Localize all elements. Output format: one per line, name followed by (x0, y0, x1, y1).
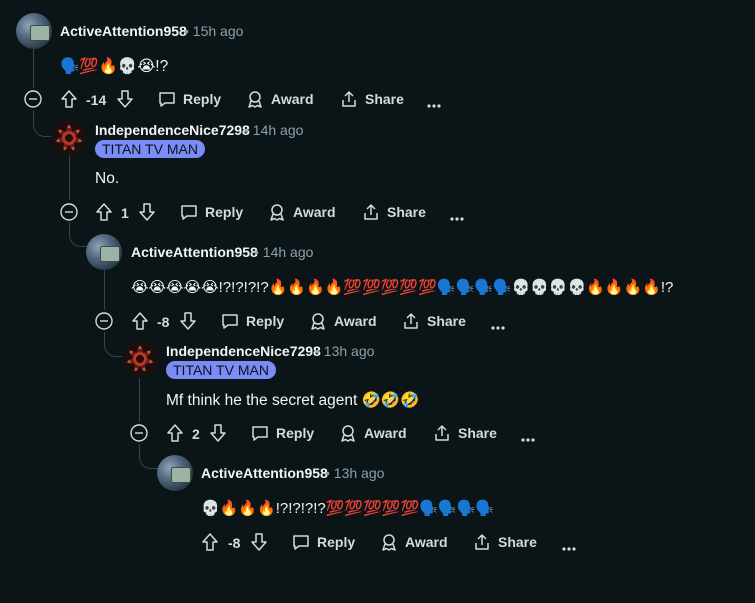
vote-count: -8 (157, 314, 170, 330)
avatar[interactable] (51, 120, 87, 156)
comment-time: • 13h ago (325, 465, 385, 481)
reply-button[interactable]: Reply (251, 424, 314, 442)
upvote-icon[interactable] (94, 202, 114, 227)
reply-button[interactable]: Reply (221, 312, 284, 330)
share-icon (364, 204, 378, 220)
comment-body: 😭😭😭😭😭!?!?!?!?🔥🔥🔥🔥💯💯💯💯💯🗣️🗣️🗣️🗣️💀💀💀💀🔥🔥🔥🔥!? (131, 279, 674, 296)
collapse-icon[interactable] (60, 203, 78, 226)
comment-time: • 14h ago (254, 244, 314, 260)
reply-icon (293, 535, 309, 550)
reply-label: Reply (183, 91, 222, 107)
avatar[interactable] (16, 13, 52, 49)
reply-button[interactable]: Reply (292, 533, 355, 551)
comment-time: • 15h ago (184, 23, 244, 39)
downvote-icon[interactable] (115, 89, 135, 114)
collapse-icon[interactable] (130, 424, 148, 447)
more-options-icon[interactable] (427, 96, 441, 114)
reply-icon (181, 205, 197, 220)
share-button[interactable]: Share (433, 424, 497, 442)
upvote-icon[interactable] (165, 423, 185, 448)
share-icon (342, 91, 356, 107)
upvote-icon[interactable] (130, 311, 150, 336)
award-icon (382, 534, 396, 551)
share-label: Share (365, 91, 404, 107)
comment-body: 💀🔥🔥🔥!?!?!?!?💯💯💯💯💯🗣️🗣️🗣️🗣️ (201, 500, 494, 517)
upvote-icon[interactable] (200, 532, 220, 557)
award-button[interactable]: Award (380, 533, 448, 551)
avatar[interactable] (122, 341, 158, 377)
award-icon (248, 91, 262, 108)
user-flair: TITAN TV MAN (166, 361, 276, 379)
reply-icon (222, 314, 238, 329)
award-button[interactable]: Award (309, 312, 377, 330)
downvote-icon[interactable] (249, 532, 269, 557)
share-label: Share (387, 204, 426, 220)
downvote-icon[interactable] (178, 311, 198, 336)
comment-author[interactable]: IndependenceNice7298 (166, 343, 321, 359)
vote-count: -14 (86, 92, 107, 108)
downvote-icon[interactable] (208, 423, 228, 448)
reply-icon (159, 92, 175, 107)
avatar[interactable] (157, 455, 193, 491)
comment-author[interactable]: ActiveAttention958 (60, 23, 187, 39)
award-label: Award (405, 534, 448, 550)
award-label: Award (293, 204, 336, 220)
award-button[interactable]: Award (246, 90, 314, 108)
comment-body: 🗣️💯🔥💀😭!? (60, 58, 169, 75)
collapse-icon[interactable] (95, 312, 113, 335)
vote-count: -8 (228, 535, 241, 551)
downvote-icon[interactable] (137, 202, 157, 227)
reply-label: Reply (246, 313, 285, 329)
award-icon (341, 425, 355, 442)
share-icon (435, 425, 449, 441)
award-icon (311, 313, 325, 330)
reply-button[interactable]: Reply (180, 203, 243, 221)
share-icon (404, 313, 418, 329)
comment-time: • 14h ago (244, 122, 304, 138)
share-label: Share (498, 534, 537, 550)
comment-author[interactable]: ActiveAttention958 (201, 465, 328, 481)
avatar[interactable] (86, 234, 122, 270)
comment-body: No. (95, 170, 120, 187)
reply-button[interactable]: Reply (158, 90, 221, 108)
comment-time: • 13h ago (315, 343, 375, 359)
share-icon (475, 534, 489, 550)
vote-count: 1 (121, 205, 129, 221)
award-button[interactable]: Award (339, 424, 407, 442)
share-button[interactable]: Share (402, 312, 466, 330)
award-button[interactable]: Award (268, 203, 336, 221)
upvote-icon[interactable] (59, 89, 79, 114)
share-button[interactable]: Share (340, 90, 404, 108)
comment-author[interactable]: ActiveAttention958 (131, 244, 258, 260)
user-flair: TITAN TV MAN (95, 140, 205, 158)
reply-label: Reply (205, 204, 244, 220)
award-icon (270, 204, 284, 221)
comment-body: Mf think he the secret agent 🤣🤣🤣 (166, 392, 420, 409)
more-options-icon[interactable] (521, 430, 535, 448)
award-label: Award (334, 313, 377, 329)
share-button[interactable]: Share (362, 203, 426, 221)
more-options-icon[interactable] (562, 539, 576, 557)
reply-label: Reply (317, 534, 356, 550)
share-label: Share (458, 425, 497, 441)
share-label: Share (427, 313, 466, 329)
share-button[interactable]: Share (473, 533, 537, 551)
more-options-icon[interactable] (450, 209, 464, 227)
award-label: Award (364, 425, 407, 441)
comment-author[interactable]: IndependenceNice7298 (95, 122, 250, 138)
vote-count: 2 (192, 426, 200, 442)
reply-icon (252, 426, 268, 441)
award-label: Award (271, 91, 314, 107)
reply-label: Reply (276, 425, 315, 441)
collapse-icon[interactable] (24, 90, 42, 113)
more-options-icon[interactable] (491, 318, 505, 336)
